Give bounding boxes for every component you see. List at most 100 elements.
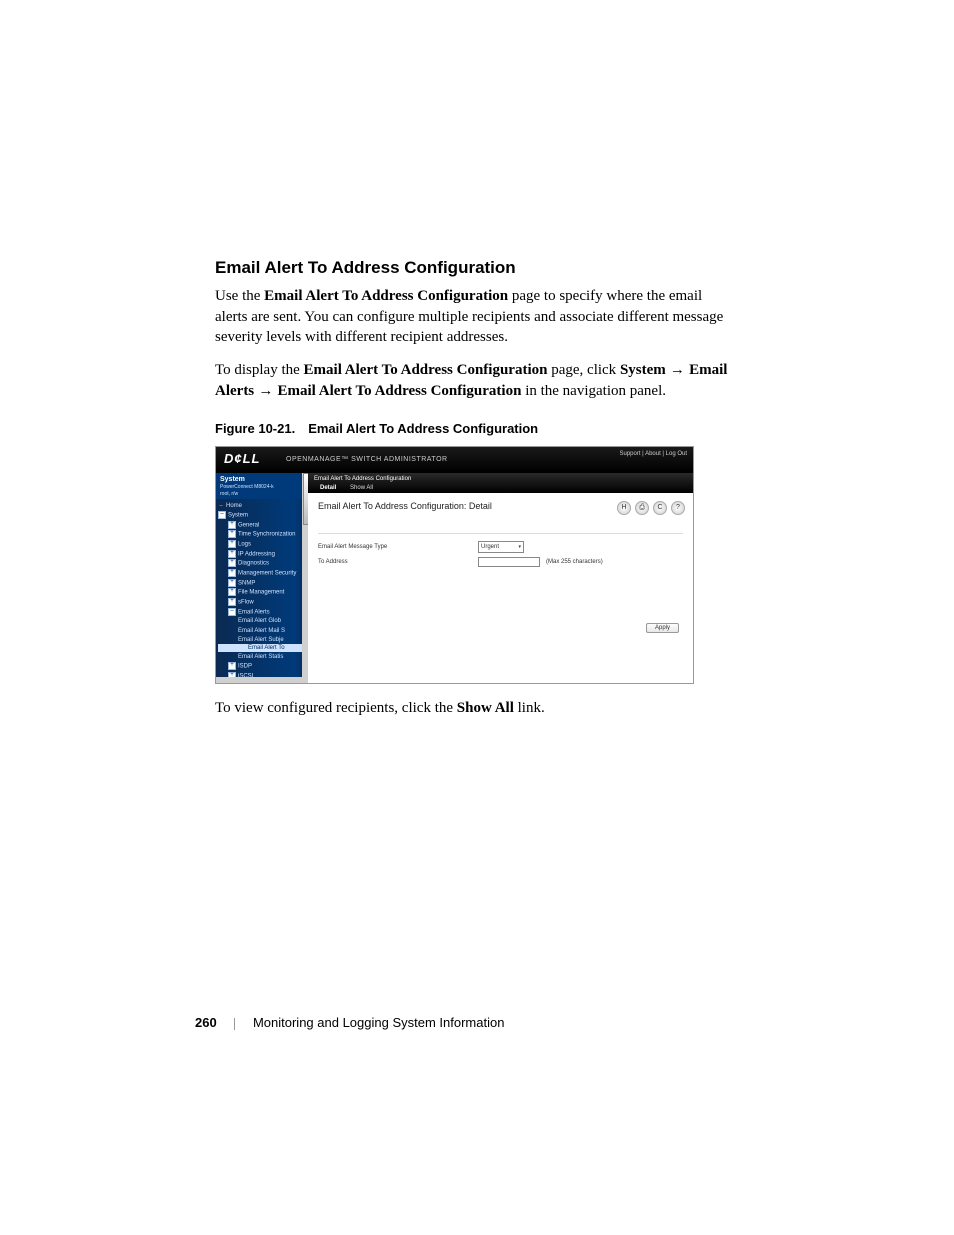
tree-label: Email Alerts	[238, 609, 270, 615]
tab-showall[interactable]: Show All	[344, 485, 379, 491]
bold-text: Email Alert To Address Configuration	[278, 383, 522, 399]
tree-node-emailalerts[interactable]: –Email Alerts	[218, 607, 308, 617]
tree-label: ISDP	[238, 663, 252, 669]
tree-node-ea-global[interactable]: Email Alert Glob	[218, 617, 308, 626]
tab-detail[interactable]: Detail	[314, 485, 342, 491]
bold-text: System	[620, 362, 666, 378]
nav-tree: –Home –System +General +Time Synchroniza…	[216, 499, 308, 680]
tree-label: General	[238, 522, 259, 528]
refresh-icon[interactable]: C	[653, 501, 667, 515]
sidebar-title: System	[220, 476, 304, 483]
expand-icon: +	[228, 569, 236, 577]
sidebar-horizontal-scrollbar[interactable]	[216, 677, 302, 683]
tree-node-isdp[interactable]: +ISDP	[218, 661, 308, 671]
print-icon[interactable]: ⎙	[635, 501, 649, 515]
chevron-down-icon: ▾	[518, 544, 521, 550]
collapse-icon: –	[218, 511, 226, 519]
tree-node-general[interactable]: +General	[218, 520, 308, 530]
tree-label: Management Security	[238, 571, 296, 577]
tree-node-sflow[interactable]: +sFlow	[218, 598, 308, 608]
form-row-to-address: To Address (Max 255 characters)	[318, 555, 683, 569]
apply-button[interactable]: Apply	[646, 623, 679, 633]
text: in the navigation panel.	[521, 383, 666, 399]
select-value: Urgent	[481, 544, 499, 550]
breadcrumb-text: Email Alert To Address Configuration	[314, 476, 687, 482]
bold-text: Show All	[457, 700, 514, 716]
message-type-select[interactable]: Urgent ▾	[478, 541, 524, 553]
tree-label: Home	[226, 503, 242, 509]
save-icon[interactable]: H	[617, 501, 631, 515]
expand-icon: +	[228, 588, 236, 596]
footer-separator	[234, 1018, 235, 1030]
config-form: Email Alert Message Type Urgent ▾ To Add…	[318, 533, 683, 569]
dell-logo: D¢LL	[224, 451, 261, 466]
tree-node-system[interactable]: –System	[218, 511, 308, 521]
to-address-input[interactable]	[478, 557, 540, 567]
tree-label: Email Alert To	[248, 645, 285, 651]
expand-icon: +	[228, 579, 236, 587]
tree-node-ea-stats[interactable]: Email Alert Statis	[218, 652, 308, 661]
tree-node-snmp[interactable]: +SNMP	[218, 578, 308, 588]
bold-text: Email Alert To Address Configuration	[264, 288, 508, 304]
tree-node-home[interactable]: –Home	[218, 501, 308, 510]
text: To view configured recipients, click the	[215, 700, 457, 716]
nav-sidebar: System PowerConnect M8024-k root, r/w –H…	[216, 473, 308, 683]
tree-label: sFlow	[238, 600, 254, 606]
page-number: 260	[195, 1015, 217, 1030]
paragraph-intro: Use the Email Alert To Address Configura…	[215, 286, 735, 348]
tree-node-filemgmt[interactable]: +File Management	[218, 588, 308, 598]
expand-icon: +	[228, 550, 236, 558]
app-header-title: OPENMANAGE™ SWITCH ADMINISTRATOR	[286, 456, 448, 463]
to-address-hint: (Max 255 characters)	[546, 559, 603, 565]
arrow-icon: →	[254, 382, 277, 399]
tree-label: IP Addressing	[238, 551, 275, 557]
breadcrumb: Email Alert To Address Configuration Det…	[308, 473, 693, 493]
tree-label: Email Alert Glob	[238, 618, 281, 624]
tree-node-ipaddr[interactable]: +IP Addressing	[218, 549, 308, 559]
expand-icon: +	[228, 598, 236, 606]
tree-node-logs[interactable]: +Logs	[218, 540, 308, 550]
content-panel: Email Alert To Address Configuration: De…	[308, 493, 693, 577]
expand-icon: +	[228, 559, 236, 567]
apply-row: Apply	[646, 623, 679, 633]
arrow-icon: →	[666, 361, 689, 378]
form-row-message-type: Email Alert Message Type Urgent ▾	[318, 539, 683, 555]
tree-label: System	[228, 513, 248, 519]
tree-label: Logs	[238, 542, 251, 548]
header-links[interactable]: Support | About | Log Out	[620, 451, 688, 457]
message-type-label: Email Alert Message Type	[318, 544, 478, 550]
tree-label: File Management	[238, 590, 284, 596]
footer-title: Monitoring and Logging System Informatio…	[253, 1015, 504, 1030]
paragraph-nav: To display the Email Alert To Address Co…	[215, 360, 735, 401]
app-header: D¢LL OPENMANAGE™ SWITCH ADMINISTRATOR Su…	[216, 447, 693, 473]
tree-node-ea-to[interactable]: Email Alert To	[218, 644, 308, 652]
help-icon[interactable]: ?	[671, 501, 685, 515]
expand-icon: +	[228, 530, 236, 538]
tree-node-ea-mail[interactable]: Email Alert Mail S	[218, 626, 308, 635]
section-heading: Email Alert To Address Configuration	[215, 258, 735, 278]
sidebar-header: System PowerConnect M8024-k root, r/w	[216, 473, 308, 499]
tree-label: Email Alert Mail S	[238, 628, 285, 634]
main-panel: Email Alert To Address Configuration Det…	[308, 473, 693, 683]
text: To display the	[215, 362, 304, 378]
text: Use the	[215, 288, 264, 304]
collapse-icon: –	[228, 608, 236, 616]
expand-icon: +	[228, 662, 236, 670]
tree-label: Diagnostics	[238, 561, 269, 567]
page-footer: 260 Monitoring and Logging System Inform…	[195, 1015, 504, 1030]
tree-node-ea-subj[interactable]: Email Alert Subje	[218, 635, 308, 644]
paragraph-post-figure: To view configured recipients, click the…	[215, 698, 735, 719]
expand-icon: +	[228, 521, 236, 529]
app-screenshot: D¢LL OPENMANAGE™ SWITCH ADMINISTRATOR Su…	[215, 446, 694, 684]
tab-bar: Detail Show All	[314, 485, 687, 491]
sidebar-device: PowerConnect M8024-k	[220, 484, 304, 490]
panel-action-icons: H ⎙ C ?	[617, 501, 685, 515]
to-address-label: To Address	[318, 559, 478, 565]
expand-icon: +	[228, 540, 236, 548]
text: link.	[514, 700, 545, 716]
tree-node-timesync[interactable]: +Time Synchronization	[218, 530, 308, 540]
sidebar-user: root, r/w	[220, 491, 304, 497]
tree-node-diag[interactable]: +Diagnostics	[218, 559, 308, 569]
tree-node-mgmtsec[interactable]: +Management Security	[218, 569, 308, 579]
text: page, click	[547, 362, 619, 378]
